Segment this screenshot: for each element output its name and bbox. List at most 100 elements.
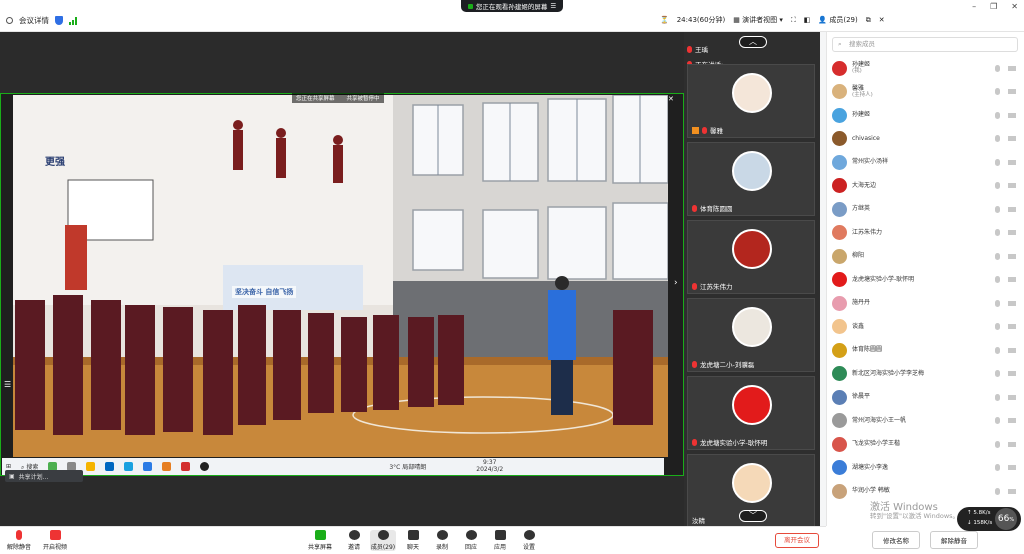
mic-muted-icon[interactable]: [995, 393, 1000, 401]
close-icon[interactable]: ✕: [1011, 2, 1018, 11]
camera-off-icon[interactable]: [1008, 324, 1016, 329]
member-row[interactable]: 湖塘实小李逸: [832, 457, 1018, 479]
mic-muted-icon[interactable]: [995, 276, 1000, 283]
member-row[interactable]: 体育陈圆圆: [832, 339, 1018, 361]
scroll-down-button[interactable]: ﹀: [739, 510, 767, 522]
mic-muted-icon[interactable]: [995, 135, 1000, 142]
scroll-up-button[interactable]: ︿: [739, 36, 767, 48]
camera-off-icon[interactable]: [1008, 65, 1016, 71]
windows-start-icon[interactable]: ⊞: [6, 463, 11, 470]
video-tile[interactable]: 江苏朱伟力: [687, 220, 815, 294]
camera-off-icon[interactable]: [1008, 89, 1016, 94]
camera-off-icon[interactable]: [1008, 418, 1016, 423]
mic-muted-icon[interactable]: [995, 111, 1000, 119]
camera-off-icon[interactable]: [1008, 347, 1016, 353]
members-toolbar-button[interactable]: 成员(29): [370, 530, 396, 551]
signal-icon[interactable]: [69, 16, 77, 25]
camera-off-icon[interactable]: [1008, 112, 1016, 118]
video-tile[interactable]: 龙虎塘二小-刘骥磊: [687, 298, 815, 372]
taskbar-app-icon[interactable]: [162, 462, 172, 471]
member-row[interactable]: 龙虎塘实验小学-耿怀明: [832, 269, 1018, 291]
shield-icon[interactable]: [55, 16, 63, 25]
store-icon[interactable]: [105, 462, 115, 471]
settings-button[interactable]: 设置: [516, 530, 542, 551]
invite-button[interactable]: 邀请: [341, 530, 367, 551]
mic-muted-icon[interactable]: [995, 323, 1000, 330]
member-row[interactable]: 新北区河海实验小学李芝梅: [832, 363, 1018, 385]
member-row[interactable]: 常州河海实小王一帆: [832, 410, 1018, 432]
unmute-all-button[interactable]: 解除静音: [930, 531, 978, 549]
leave-meeting-button[interactable]: 离开会议: [775, 533, 819, 548]
mic-muted-icon[interactable]: [995, 205, 1000, 213]
video-tile[interactable]: 龙虎塘实验小学-耿怀明: [687, 376, 815, 450]
mic-muted-icon[interactable]: [995, 440, 1000, 448]
mic-muted-icon[interactable]: [995, 252, 1000, 260]
mic-muted-icon[interactable]: [995, 370, 1000, 377]
member-row[interactable]: 孙建姬 (我): [832, 57, 1018, 79]
member-row[interactable]: 柳阳: [832, 245, 1018, 267]
reaction-button[interactable]: 回应: [458, 530, 484, 551]
camera-off-icon[interactable]: [1008, 394, 1016, 400]
side-menu-icon[interactable]: ☰: [4, 380, 11, 389]
member-row[interactable]: 华润小学 韩敏: [832, 480, 1018, 502]
meeting-info[interactable]: 会议详情: [6, 15, 77, 26]
popout-icon[interactable]: ⧉: [866, 16, 871, 25]
member-row[interactable]: 徐晨平: [832, 386, 1018, 408]
camera-off-icon[interactable]: [1008, 136, 1016, 141]
mic-muted-icon[interactable]: [995, 487, 1000, 495]
member-row[interactable]: 江苏朱伟力: [832, 222, 1018, 244]
member-row[interactable]: chivasice: [832, 128, 1018, 150]
member-row[interactable]: 常州实小汤祥: [832, 151, 1018, 173]
camera-off-icon[interactable]: [1008, 465, 1016, 470]
start-video-button[interactable]: 开启视频: [42, 530, 68, 551]
camera-off-icon[interactable]: [1008, 159, 1016, 165]
camera-off-icon[interactable]: [1008, 230, 1016, 235]
camera-off-icon[interactable]: [1008, 253, 1016, 259]
edge-icon[interactable]: [124, 462, 134, 471]
mic-muted-icon[interactable]: [995, 346, 1000, 354]
fullscreen-icon[interactable]: ⛶: [791, 16, 796, 25]
floating-share-pill[interactable]: ▣ 共享计划...: [5, 470, 83, 482]
member-search-input[interactable]: ⌕ 搜索成员: [832, 37, 1018, 52]
wps-icon[interactable]: [181, 462, 191, 471]
rename-button[interactable]: 修改名称: [872, 531, 920, 549]
camera-off-icon[interactable]: [1008, 488, 1016, 494]
chat-button[interactable]: 聊天: [400, 530, 426, 551]
member-row[interactable]: 馨雅 (主持人): [832, 81, 1018, 103]
member-row[interactable]: 大海无边: [832, 175, 1018, 197]
folder-icon[interactable]: [86, 462, 96, 471]
mic-muted-icon[interactable]: [995, 299, 1000, 307]
minimize-icon[interactable]: –: [972, 2, 976, 11]
camera-off-icon[interactable]: [1008, 183, 1016, 188]
mic-muted-icon[interactable]: [995, 229, 1000, 236]
members-button[interactable]: 👤 成员(29): [818, 15, 857, 25]
member-row[interactable]: 施丹丹: [832, 292, 1018, 314]
camera-off-icon[interactable]: [1008, 277, 1016, 282]
sidebar-toggle-icon[interactable]: ◧: [804, 16, 811, 24]
member-row[interactable]: 飞龙实验小学王楷: [832, 433, 1018, 455]
video-tile[interactable]: 馨雅: [687, 64, 815, 138]
close-panel-icon[interactable]: ✕: [879, 16, 885, 24]
mic-muted-icon[interactable]: [995, 88, 1000, 95]
share-screen-button[interactable]: 共享屏幕: [307, 530, 333, 551]
mic-muted-icon[interactable]: [995, 464, 1000, 471]
member-row[interactable]: 谈鑫: [832, 316, 1018, 338]
member-row[interactable]: 方继英: [832, 198, 1018, 220]
view-mode-button[interactable]: ▦ 演讲者视图 ▾: [733, 15, 783, 25]
media-player-icon[interactable]: [200, 462, 210, 471]
taskbar-app-icon[interactable]: [143, 462, 153, 471]
unmute-button[interactable]: 解除静音: [6, 530, 32, 551]
network-speed-widget[interactable]: ↑ 5.8K/s ↓ 158K/s 66%: [957, 507, 1021, 531]
camera-off-icon[interactable]: [1008, 206, 1016, 212]
record-button[interactable]: 录制: [429, 530, 455, 551]
close-share-icon[interactable]: ✕: [668, 95, 674, 103]
apps-button[interactable]: 应用: [487, 530, 513, 551]
mic-muted-icon[interactable]: [995, 182, 1000, 189]
mic-muted-icon[interactable]: [995, 158, 1000, 166]
mic-muted-icon[interactable]: [995, 417, 1000, 424]
member-row[interactable]: 孙建姬: [832, 104, 1018, 126]
chevron-right-icon[interactable]: ›: [674, 278, 678, 288]
video-tile[interactable]: 体育陈圆圆: [687, 142, 815, 216]
restore-icon[interactable]: ❐: [990, 2, 997, 11]
camera-off-icon[interactable]: [1008, 441, 1016, 447]
